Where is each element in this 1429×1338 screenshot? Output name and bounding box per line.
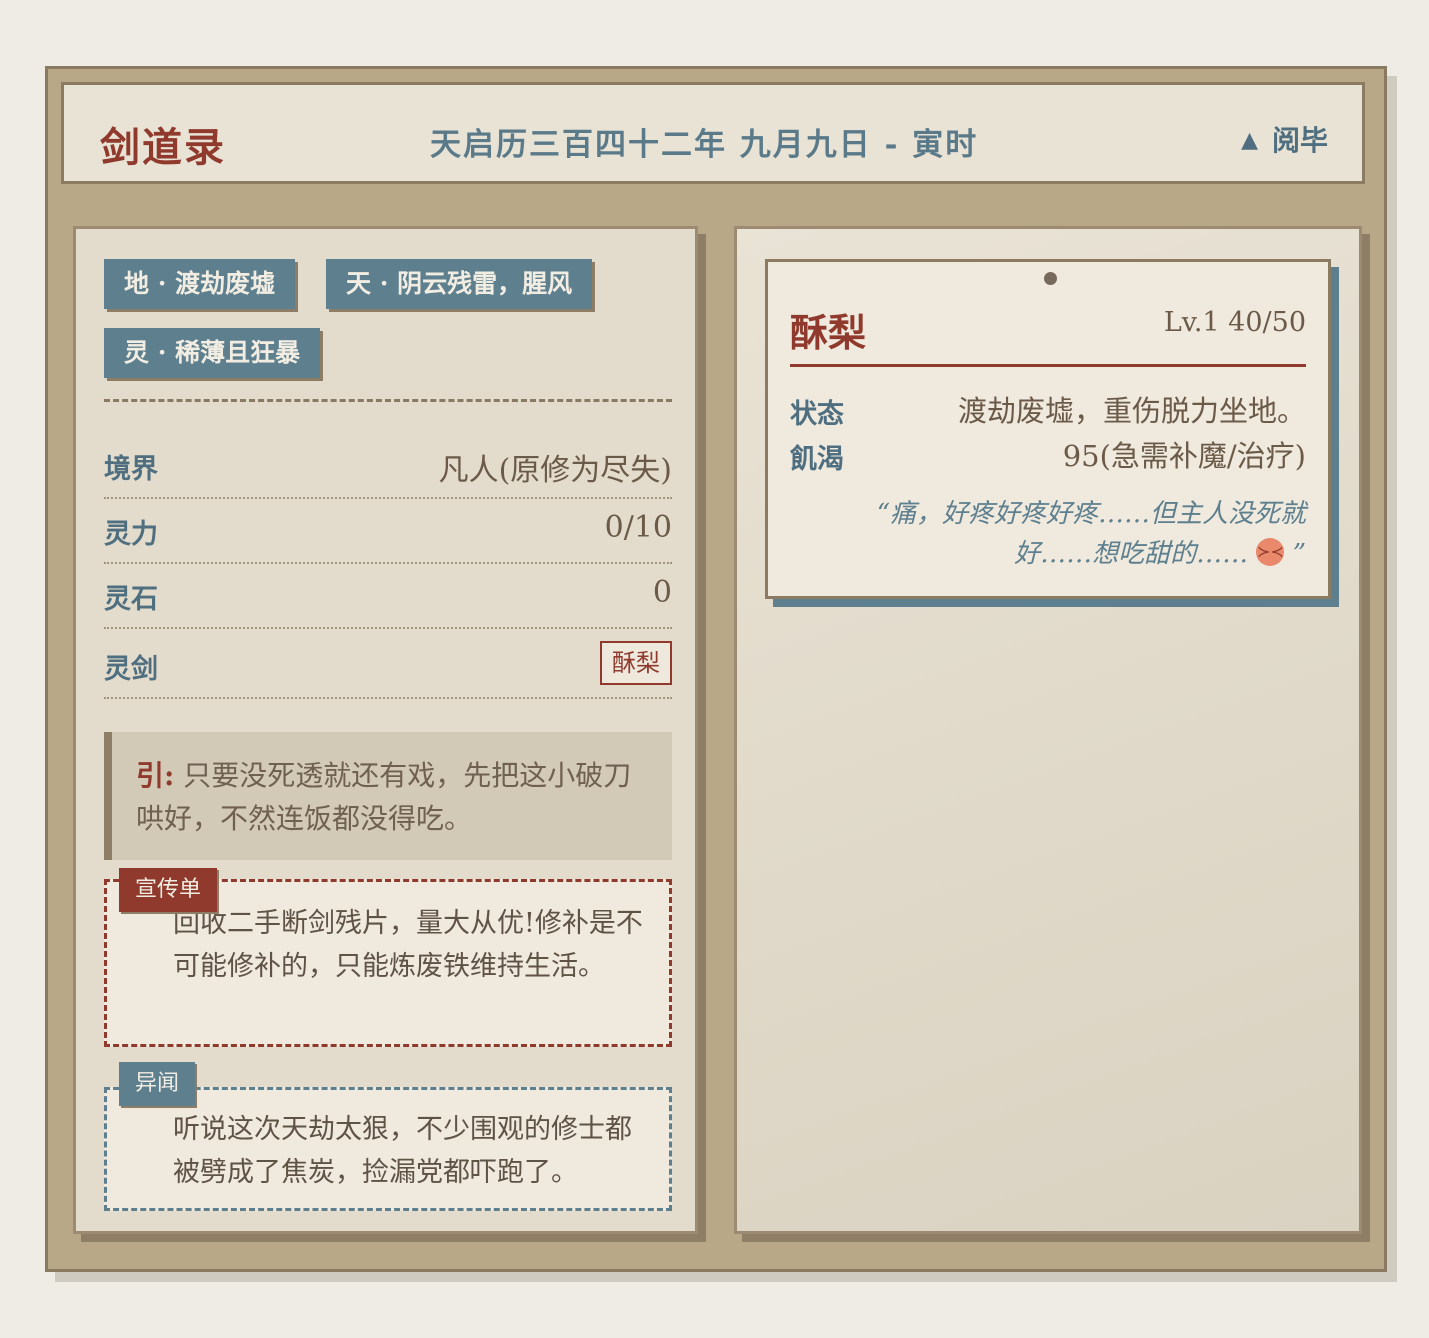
- character-name: 酥梨: [790, 310, 867, 355]
- character-status-row: 状态 渡劫废墟，重伤脱力坐地。: [790, 388, 1306, 430]
- quote-open-mark: “: [876, 499, 890, 529]
- stat-value: 0: [652, 575, 672, 610]
- rumor-tag: 异闻: [119, 1062, 196, 1106]
- quote-close-mark: ”: [1292, 539, 1306, 569]
- status-panel: 地 · 渡劫废墟 天 · 阴云残雷，腥风 灵 · 稀薄且狂暴 境界 凡人(原修为…: [73, 226, 698, 1234]
- flyer-notice: 宣传单 回收二手断剑残片，量大从优!修补是不可能修补的，只能炼废铁维持生活。: [104, 868, 672, 1047]
- game-date: 天启历三百四十二年 九月九日 - 寅时: [430, 127, 979, 163]
- stat-row-power: 灵力 0/10: [104, 498, 672, 564]
- stat-value: 凡人(原修为尽失): [438, 453, 672, 488]
- hunger-label: 飢渴: [790, 444, 844, 475]
- rumor-text: 听说这次天劫太狠，不少围观的修士都被劈成了焦炭，捡漏党都吓跑了。: [173, 1114, 632, 1188]
- character-hunger-row: 飢渴 95(急需补魔/治疗): [790, 433, 1306, 475]
- stat-label: 境界: [104, 454, 158, 485]
- character-panel: 酥梨 Lv.1 40/50 状态 渡劫废墟，重伤脱力坐地。 飢渴 95(急需补魔…: [734, 226, 1362, 1234]
- status-value: 渡劫废墟，重伤脱力坐地。: [957, 394, 1306, 428]
- status-label: 状态: [790, 399, 844, 430]
- tag-earth: 地 · 渡劫废墟: [104, 259, 296, 309]
- flyer-tag: 宣传单: [119, 868, 218, 912]
- sword-name-badge[interactable]: 酥梨: [600, 641, 672, 685]
- flyer-text: 回收二手断剑残片，量大从优!修补是不可能修补的，只能炼废铁维持生活。: [173, 908, 643, 982]
- stat-value: 0/10: [604, 510, 672, 545]
- confounded-face-emoji-icon: ≻≺: [1256, 538, 1285, 566]
- intro-quote: 引: 只要没死透就还有戏，先把这小破刀哄好，不然连饭都没得吃。: [104, 732, 672, 860]
- tag-sky: 天 · 阴云残雷，腥风: [326, 259, 593, 309]
- divider: [790, 364, 1306, 367]
- character-card: 酥梨 Lv.1 40/50 状态 渡劫废墟，重伤脱力坐地。 飢渴 95(急需补魔…: [765, 259, 1331, 599]
- character-quote-text: 痛，好疼好疼好疼……但主人没死就好……想吃甜的……: [889, 499, 1306, 569]
- character-quote: “痛，好疼好疼好疼……但主人没死就好……想吃甜的…… ≻≺ ”: [808, 494, 1306, 574]
- stat-row-stones: 灵石 0: [104, 563, 672, 629]
- app-title: 剑道录: [100, 124, 226, 171]
- quote-prefix: 引:: [136, 759, 175, 792]
- header-bar: 剑道录 天启历三百四十二年 九月九日 - 寅时 ▲ 阅毕: [61, 82, 1365, 184]
- triangle-up-icon: ▲: [1241, 127, 1258, 153]
- stat-label: 灵力: [104, 519, 158, 550]
- character-level: Lv.1 40/50: [1163, 307, 1306, 338]
- hunger-value: 95(急需补魔/治疗): [1062, 439, 1306, 473]
- close-button[interactable]: ▲ 阅毕: [1241, 119, 1328, 159]
- stat-label: 灵石: [104, 584, 158, 615]
- quote-text: 只要没死透就还有戏，先把这小破刀哄好，不然连饭都没得吃。: [136, 759, 632, 835]
- tag-spirit: 灵 · 稀薄且狂暴: [104, 328, 321, 378]
- stat-label: 灵剑: [104, 654, 158, 685]
- divider: [104, 399, 672, 402]
- app-frame: 剑道录 天启历三百四十二年 九月九日 - 寅时 ▲ 阅毕 地 · 渡劫废墟 天 ·…: [45, 66, 1387, 1272]
- close-button-label: 阅毕: [1271, 124, 1328, 157]
- stat-row-sword: 灵剑 酥梨: [104, 633, 672, 699]
- rumor-notice: 异闻 听说这次天劫太狠，不少围观的修士都被劈成了焦炭，捡漏党都吓跑了。: [104, 1062, 672, 1211]
- pin-icon: [1044, 272, 1057, 285]
- stat-row-realm: 境界 凡人(原修为尽失): [104, 433, 672, 499]
